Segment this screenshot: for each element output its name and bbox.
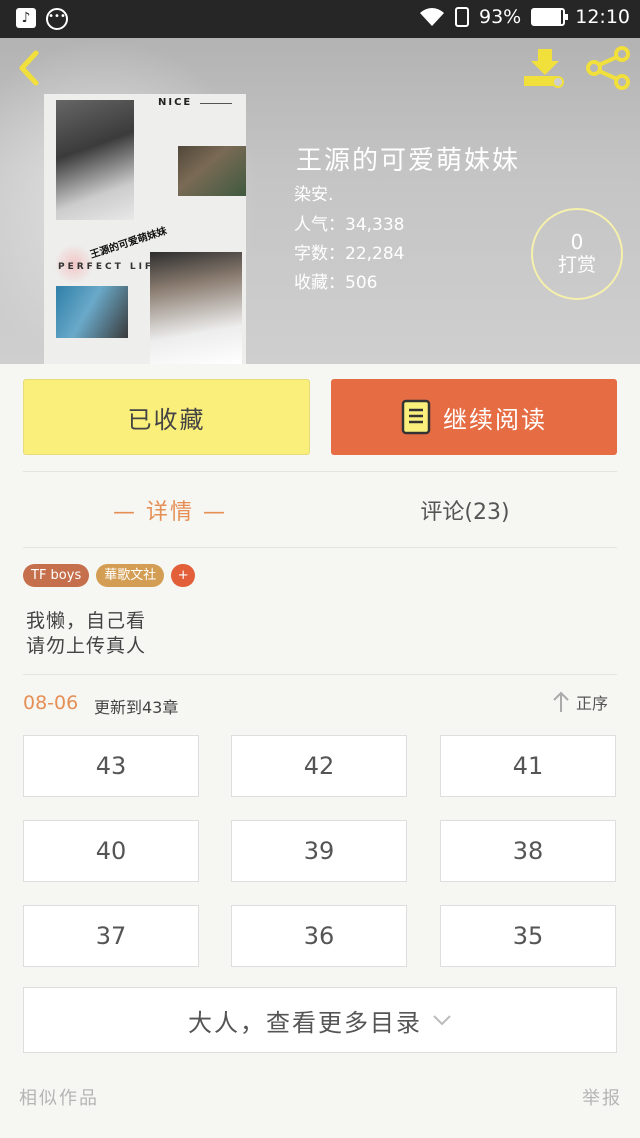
battery-icon	[531, 8, 569, 26]
battery-percent: 93%	[479, 6, 522, 28]
tip-count: 0	[570, 230, 584, 254]
sim-icon	[455, 7, 469, 27]
chapter-button[interactable]: 39	[231, 820, 407, 882]
description-line: 我懒，自己看	[26, 610, 147, 632]
chapter-button[interactable]: 42	[231, 735, 407, 797]
tip-button[interactable]: 0 打赏	[531, 208, 623, 300]
chapter-button[interactable]: 40	[23, 820, 199, 882]
cover-divider	[200, 103, 232, 104]
description-line: 请勿上传真人	[26, 635, 147, 657]
sort-order-label: 正序	[576, 694, 609, 713]
word-count-stat: 字数：22,284	[294, 244, 405, 264]
chapter-button[interactable]: 43	[23, 735, 199, 797]
report-link[interactable]: 举报	[582, 1084, 622, 1110]
share-icon[interactable]	[584, 46, 632, 90]
favorites-stat: 收藏：506	[294, 273, 378, 293]
book-cover: NICE PERFECT LIFE 王源的可爱萌妹妹	[44, 94, 246, 364]
tab-comments[interactable]: 评论(23)	[400, 494, 530, 526]
status-bar: ♪ ••• 93% 12:10	[0, 0, 640, 38]
tab-detail[interactable]: — 详情 —	[100, 494, 240, 526]
cover-photo	[150, 252, 242, 364]
clock: 12:10	[575, 6, 630, 28]
add-tag-button[interactable]: +	[171, 564, 196, 587]
update-date: 08-06	[23, 692, 79, 714]
book-icon	[401, 399, 431, 435]
cover-photo	[178, 146, 246, 196]
tip-label: 打赏	[557, 254, 596, 276]
more-chapters-label: 大人，查看更多目录	[188, 1008, 422, 1037]
continue-reading-label: 继续阅读	[443, 405, 547, 434]
chapter-button[interactable]: 36	[231, 905, 407, 967]
update-text: 更新到43章	[94, 698, 179, 717]
book-author[interactable]: 染安.	[294, 180, 333, 205]
cover-perfect-text: PERFECT LIFE	[58, 262, 164, 272]
cover-photo	[56, 100, 134, 220]
divider	[23, 674, 617, 675]
tag-society[interactable]: 華歌文社	[96, 564, 165, 587]
cover-photo	[56, 286, 128, 338]
continue-reading-button[interactable]: 继续阅读	[331, 379, 617, 455]
book-description: 我懒，自己看 请勿上传真人	[26, 609, 146, 659]
cover-nice-text: NICE	[158, 97, 193, 108]
chat-bubble-icon: •••	[46, 8, 68, 30]
chapter-button[interactable]: 37	[23, 905, 199, 967]
download-icon[interactable]	[522, 46, 568, 88]
book-title: 王源的可爱萌妹妹	[296, 146, 521, 176]
chevron-down-icon	[433, 1015, 451, 1026]
popularity-stat: 人气：34,338	[294, 215, 405, 235]
more-chapters-button[interactable]: 大人，查看更多目录	[23, 987, 617, 1053]
chapter-button[interactable]: 41	[440, 735, 616, 797]
sort-order-button[interactable]: 正序	[552, 690, 608, 714]
chapter-button[interactable]: 35	[440, 905, 616, 967]
tag-list: TF boys 華歌文社 +	[23, 564, 196, 587]
chapter-button[interactable]: 38	[440, 820, 616, 882]
tag-tfboys[interactable]: TF boys	[23, 564, 90, 587]
wifi-icon	[420, 8, 444, 26]
app-notification-icon: ♪	[16, 8, 36, 28]
favorited-label: 已收藏	[127, 405, 206, 434]
divider	[23, 471, 617, 472]
back-arrow-icon[interactable]	[10, 48, 50, 88]
similar-works-link[interactable]: 相似作品	[19, 1084, 99, 1110]
favorited-button[interactable]: 已收藏	[23, 379, 310, 455]
book-header: NICE PERFECT LIFE 王源的可爱萌妹妹 王源的可爱萌妹妹 染安. …	[0, 38, 640, 364]
battery-fill	[533, 10, 562, 24]
arrow-up-icon	[553, 691, 569, 712]
divider	[23, 547, 617, 548]
